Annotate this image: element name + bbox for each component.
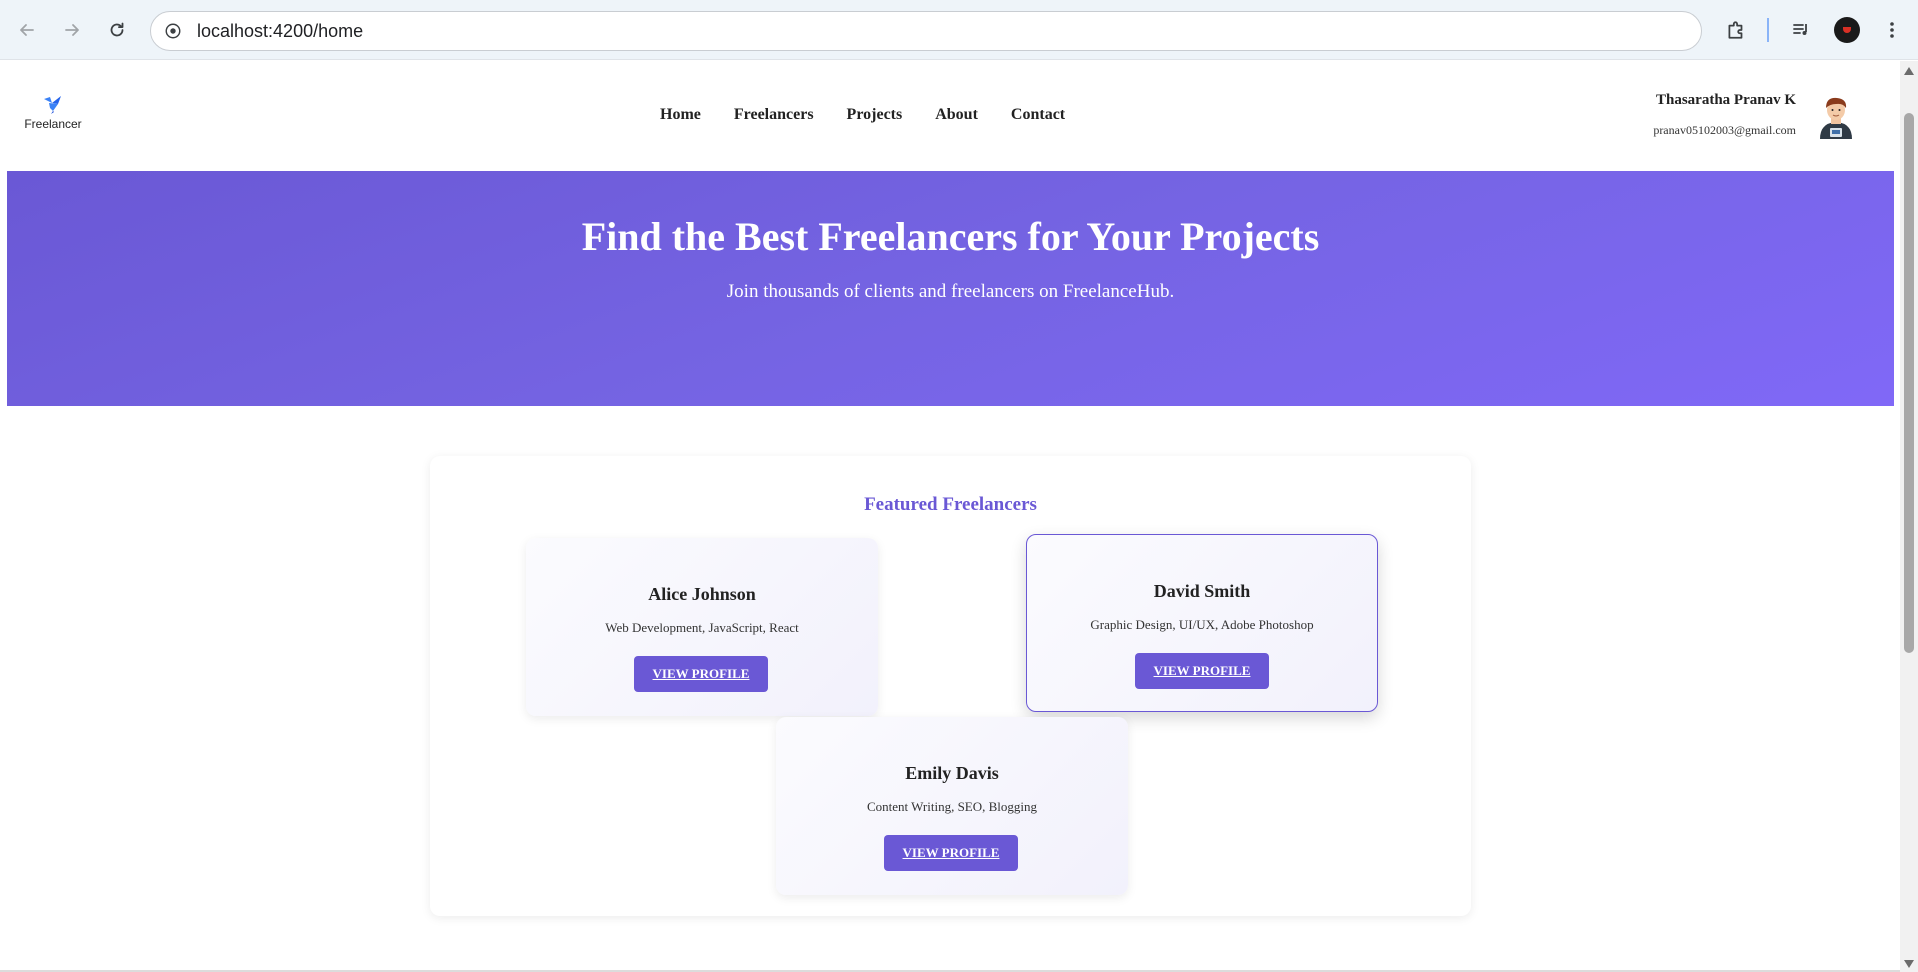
scroll-down-icon[interactable] (1904, 960, 1914, 968)
forward-icon[interactable] (54, 12, 90, 48)
address-bar[interactable]: localhost:4200/home (150, 11, 1702, 51)
featured-title: Featured Freelancers (864, 494, 1037, 515)
hero-subtitle: Join thousands of clients and freelancer… (726, 281, 1175, 302)
bird-logo-icon (44, 96, 61, 114)
user-email: pranav05102003@gmail.com (1653, 123, 1796, 137)
freelancer-skills: Graphic Design, UI/UX, Adobe Photoshop (1090, 617, 1314, 632)
nav-about[interactable]: About (935, 106, 978, 124)
scroll-up-icon[interactable] (1904, 67, 1914, 75)
extensions-icon[interactable] (1718, 12, 1754, 48)
featured-freelancers-panel: Featured Freelancers Alice Johnson Web D… (430, 456, 1471, 916)
view-profile-button[interactable]: VIEW PROFILE (634, 656, 768, 692)
freelancer-card-emily[interactable]: Emily Davis Content Writing, SEO, Bloggi… (776, 717, 1128, 895)
toolbar-divider (1767, 18, 1769, 42)
view-profile-button[interactable]: VIEW PROFILE (884, 835, 1018, 871)
user-name: Thasaratha Pranav K (1655, 92, 1796, 108)
nav-projects[interactable]: Projects (847, 106, 903, 124)
hero-title: Find the Best Freelancers for Your Proje… (581, 214, 1320, 259)
avatar[interactable] (1816, 93, 1856, 139)
logo-text: Freelancer (24, 117, 82, 131)
profile-icon[interactable] (1829, 12, 1865, 48)
freelancer-name: Emily Davis (905, 763, 999, 783)
browser-toolbar: localhost:4200/home (0, 0, 1918, 60)
freelancer-name: David Smith (1153, 581, 1251, 601)
url-text[interactable]: localhost:4200/home (197, 21, 363, 42)
freelancer-name: Alice Johnson (648, 584, 756, 604)
freelancer-skills: Content Writing, SEO, Blogging (866, 799, 1038, 814)
nav-freelancers[interactable]: Freelancers (734, 106, 814, 124)
menu-icon[interactable] (1874, 12, 1910, 48)
hero-banner: Find the Best Freelancers for Your Proje… (7, 171, 1894, 406)
user-profile[interactable]: Thasaratha Pranav K pranav05102003@gmail… (1540, 89, 1900, 149)
freelancer-card-david[interactable]: David Smith Graphic Design, UI/UX, Adobe… (1026, 534, 1378, 712)
media-icon[interactable] (1783, 12, 1819, 48)
nav-contact[interactable]: Contact (1011, 106, 1065, 124)
site-logo[interactable]: Freelancer (22, 93, 84, 131)
page-scrollbar[interactable] (1900, 61, 1918, 972)
site-info-icon[interactable] (163, 21, 183, 41)
main-nav: Home Freelancers Projects About Contact (660, 106, 1098, 124)
back-icon[interactable] (9, 12, 45, 48)
scroll-thumb[interactable] (1904, 113, 1914, 653)
site-header: Freelancer Home Freelancers Projects Abo… (0, 61, 1900, 171)
reload-icon[interactable] (99, 12, 135, 48)
view-profile-button[interactable]: VIEW PROFILE (1135, 653, 1269, 689)
freelancer-skills: Web Development, JavaScript, React (605, 620, 799, 635)
nav-home[interactable]: Home (660, 106, 701, 124)
freelancer-card-alice[interactable]: Alice Johnson Web Development, JavaScrip… (526, 538, 878, 716)
